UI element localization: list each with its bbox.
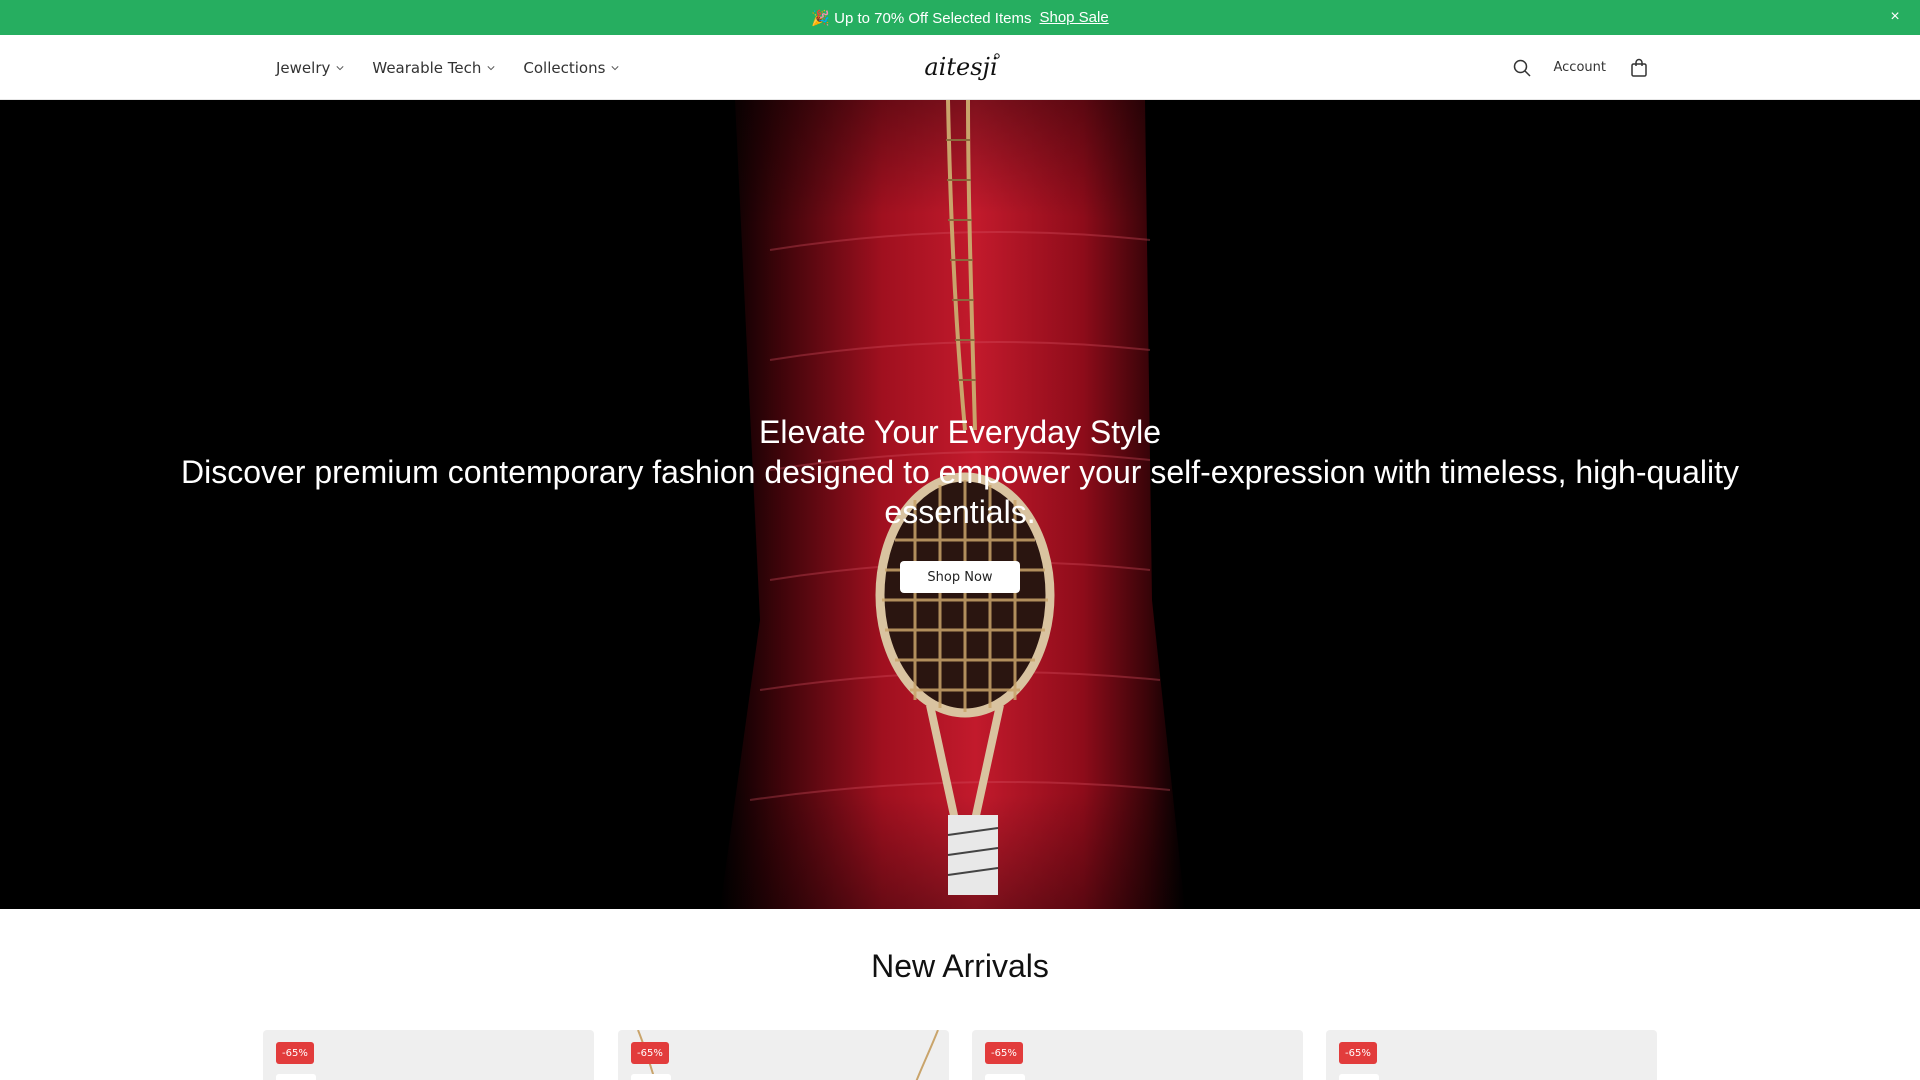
wishlist-button[interactable] <box>631 1074 671 1080</box>
discount-badge: -65% <box>985 1042 1023 1064</box>
hero-subtitle: Discover premium contemporary fashion de… <box>180 454 1739 530</box>
shop-now-button[interactable]: Shop Now <box>900 561 1020 593</box>
brand-logo[interactable]: aitesji <box>918 49 1004 87</box>
shopping-bag-icon[interactable] <box>1630 58 1648 78</box>
search-icon[interactable] <box>1512 58 1532 78</box>
product-grid: -65% -65% -65% -65% <box>263 1030 1657 1080</box>
product-card[interactable]: -65% <box>263 1030 594 1080</box>
hero-copy: Elevate Your Everyday Style Discover pre… <box>0 412 1920 532</box>
nav-item-wearable-tech[interactable]: Wearable Tech <box>372 59 495 77</box>
brand-logo-text: aitesji <box>924 53 997 81</box>
hero-banner: Elevate Your Everyday Style Discover pre… <box>0 100 1920 909</box>
product-card[interactable]: -65% <box>1326 1030 1657 1080</box>
header-actions: Account <box>1512 35 1649 100</box>
chevron-down-icon <box>611 65 619 70</box>
discount-badge: -65% <box>1339 1042 1377 1064</box>
close-icon: × <box>1890 8 1900 25</box>
hero-title: Elevate Your Everyday Style <box>758 414 1161 450</box>
shop-sale-link[interactable]: Shop Sale <box>1039 9 1108 26</box>
new-arrivals-title: New Arrivals <box>871 948 1049 984</box>
nav-item-label: Collections <box>523 58 606 77</box>
nav-item-collections[interactable]: Collections <box>523 59 619 77</box>
announcement-message: 🎉 Up to 70% Off Selected Items <box>811 9 1031 27</box>
main-nav: Jewelry Wearable Tech Collections <box>276 35 647 100</box>
brand-logo-mark: aitesji <box>924 53 1000 81</box>
wishlist-button[interactable] <box>1339 1074 1379 1080</box>
party-emoji: 🎉 <box>811 9 830 27</box>
wishlist-button[interactable] <box>985 1074 1025 1080</box>
discount-badge: -65% <box>631 1042 669 1064</box>
nav-item-jewelry[interactable]: Jewelry <box>276 59 344 77</box>
discount-badge: -65% <box>276 1042 314 1064</box>
close-announcement-button[interactable]: × <box>1886 8 1904 26</box>
chevron-down-icon <box>336 65 344 70</box>
product-card[interactable]: -65% <box>618 1030 949 1080</box>
wishlist-button[interactable] <box>276 1074 316 1080</box>
announcement-bar: 🎉 Up to 70% Off Selected Items Shop Sale… <box>0 0 1920 35</box>
account-link[interactable]: Account <box>1554 60 1607 75</box>
chevron-down-icon <box>487 65 495 70</box>
nav-item-label: Wearable Tech <box>372 58 482 77</box>
product-card[interactable]: -65% <box>972 1030 1303 1080</box>
nav-item-label: Jewelry <box>276 58 331 77</box>
site-header: Jewelry Wearable Tech Collections aitesj… <box>0 35 1920 100</box>
announcement-text: Up to 70% Off Selected Items <box>834 9 1032 27</box>
